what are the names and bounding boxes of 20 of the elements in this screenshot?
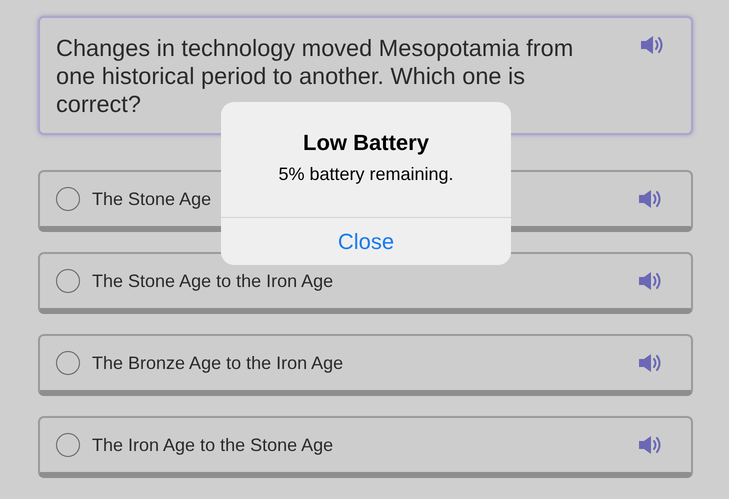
answer-label: The Stone Age xyxy=(92,188,212,210)
radio-button[interactable] xyxy=(56,433,80,457)
speaker-icon[interactable] xyxy=(637,188,663,210)
answer-label: The Stone Age to the Iron Age xyxy=(92,270,334,292)
radio-button[interactable] xyxy=(56,351,80,375)
answer-option[interactable]: The Stone Age to the Iron Age xyxy=(38,252,693,314)
answer-label: The Iron Age to the Stone Age xyxy=(92,434,334,456)
answer-option[interactable]: The Bronze Age to the Iron Age xyxy=(38,334,693,396)
speaker-icon[interactable] xyxy=(637,352,663,374)
alert-message: 5% battery remaining. xyxy=(278,164,454,185)
alert-title: Low Battery xyxy=(303,130,429,156)
speaker-icon[interactable] xyxy=(639,34,665,56)
answer-label: The Bronze Age to the Iron Age xyxy=(92,352,344,374)
speaker-icon[interactable] xyxy=(637,270,663,292)
speaker-icon[interactable] xyxy=(637,434,663,456)
radio-button[interactable] xyxy=(56,269,80,293)
question-text: Changes in technology moved Mesopotamia from one historical period to another. Which one is correct? xyxy=(56,34,574,118)
answer-option[interactable]: The Iron Age to the Stone Age xyxy=(38,416,693,478)
close-button[interactable]: Close xyxy=(221,217,511,265)
radio-button[interactable] xyxy=(56,187,80,211)
